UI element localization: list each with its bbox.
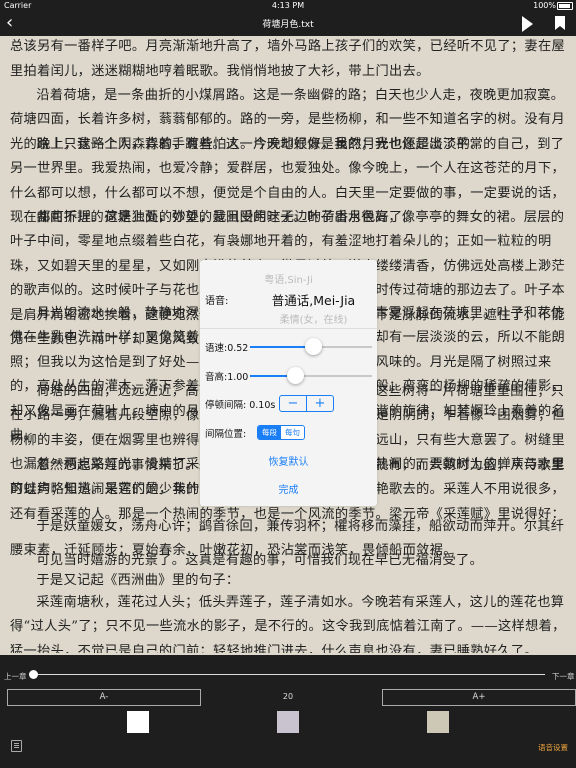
voice-picker-selected[interactable]: 普通话,Mei-Jia	[260, 290, 367, 309]
theme-white-swatch[interactable]	[127, 711, 149, 733]
top-nav-bar: ‹ 荷塘月色.txt	[0, 12, 576, 36]
rate-slider-row: 语速:0.52	[200, 337, 377, 357]
book-title: 荷塘月色.txt	[262, 20, 314, 30]
pause-decrease-button[interactable]: −	[280, 396, 307, 411]
battery-percent: 100%	[533, 1, 556, 10]
bookmark-icon[interactable]	[555, 16, 565, 30]
chapter-list-icon[interactable]	[11, 740, 22, 752]
voice-option-below[interactable]: 柔情(女，在线)	[260, 311, 367, 326]
rate-label: 语速:0.52	[205, 343, 249, 354]
voice-label: 语音:	[205, 296, 229, 307]
segment-per-sentence[interactable]: 每句	[281, 426, 304, 439]
reset-defaults-button[interactable]: 恢复默认	[200, 453, 377, 468]
interval-position-segmented: 每段 每句	[257, 425, 305, 440]
paragraph: 于是又记起《西洲曲》里的句子：	[36, 573, 240, 588]
pause-stepper: − +	[279, 395, 334, 412]
status-time: 4:13 PM	[271, 1, 305, 10]
bottom-toolbar: 上一章 下一章 A- 20 A+ 语音设置	[0, 655, 576, 768]
pause-increase-button[interactable]: +	[307, 396, 333, 411]
pitch-slider-row: 音高:1.00	[200, 366, 377, 386]
prev-chapter-button[interactable]: 上一章	[4, 671, 27, 682]
pitch-label: 音高:1.00	[205, 372, 249, 383]
segment-per-paragraph[interactable]: 每段	[258, 426, 281, 439]
paragraph: 采莲南塘秋，莲花过人头；低头弄莲子，莲子清如水。今晚若有采莲人，这儿的莲花也算得…	[10, 595, 566, 653]
rate-slider[interactable]	[250, 338, 372, 355]
play-icon[interactable]	[522, 16, 533, 32]
pause-interval-label: 停顿间隔: 0.10s	[205, 400, 276, 411]
font-increase-button[interactable]: A+	[382, 689, 576, 706]
battery-icon	[557, 2, 573, 10]
chapter-progress-thumb[interactable]	[29, 670, 38, 679]
tts-settings-dialog: 粤语,Sin-Ji 语音: 普通话,Mei-Jia 柔情(女，在线) 语速:0.…	[200, 260, 377, 506]
done-button[interactable]: 完成	[200, 481, 377, 496]
theme-parchment-swatch[interactable]	[427, 711, 449, 733]
rate-slider-fill	[250, 346, 314, 348]
interval-position-label: 间隔位置:	[205, 429, 247, 440]
voice-option-above[interactable]: 粤语,Sin-Ji	[200, 271, 377, 286]
pitch-slider-thumb[interactable]	[287, 367, 305, 384]
voice-settings-button[interactable]: 语音设置	[538, 742, 568, 753]
chapter-progress-slider[interactable]	[33, 674, 545, 675]
status-bar: Carrier 4:13 PM 100%	[0, 0, 576, 12]
theme-lavender-swatch[interactable]	[277, 711, 299, 733]
rate-slider-thumb[interactable]	[305, 338, 323, 355]
divider	[200, 328, 377, 329]
pitch-slider[interactable]	[250, 367, 372, 384]
next-chapter-button[interactable]: 下一章	[552, 671, 575, 682]
